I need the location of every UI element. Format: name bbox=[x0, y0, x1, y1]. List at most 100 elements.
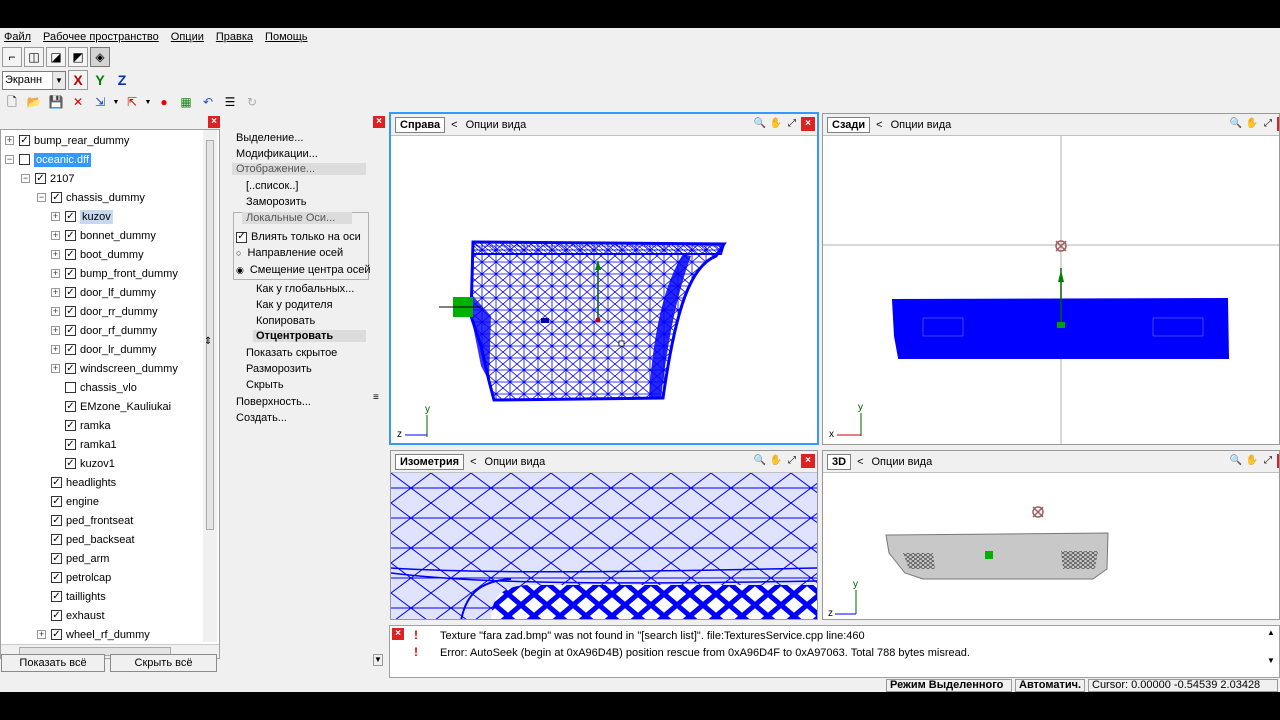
axes-direction-option[interactable]: ○ Направление осей bbox=[236, 247, 343, 259]
axis-x-button[interactable]: X bbox=[68, 70, 88, 90]
expand-icon[interactable]: + bbox=[37, 630, 46, 639]
tree-item-checkbox[interactable]: ✓ bbox=[65, 344, 76, 355]
expand-icon[interactable]: + bbox=[51, 307, 60, 316]
maximize-icon[interactable]: ⤢ bbox=[1261, 454, 1275, 468]
tree-item-checkbox[interactable]: ✓ bbox=[51, 534, 62, 545]
viewport-title[interactable]: 3D bbox=[827, 453, 852, 470]
viewport-back[interactable]: Сзади < Опции вида 🔍 ✋ ⤢ × bbox=[822, 113, 1280, 445]
tree-item[interactable]: + ✓ door_lr_dummy bbox=[51, 340, 156, 359]
collapse-icon[interactable]: − bbox=[5, 155, 14, 164]
tree-item[interactable]: − oceanic.dff bbox=[5, 150, 92, 169]
show-hidden-item[interactable]: Показать скрытое bbox=[246, 347, 337, 359]
tree-item-checkbox[interactable]: ✓ bbox=[65, 230, 76, 241]
tree-item[interactable]: + ✓ door_rr_dummy bbox=[51, 302, 158, 321]
viewport-3d[interactable]: 3D < Опции вида 🔍 ✋ ⤢ × y z bbox=[822, 450, 1280, 620]
space-select[interactable]: Экранн ▼ bbox=[2, 70, 66, 90]
as-parent-item[interactable]: Как у родителя bbox=[256, 299, 333, 311]
tree-item-checkbox[interactable]: ✓ bbox=[65, 306, 76, 317]
tree-item[interactable]: ✓ petrolcap bbox=[37, 568, 111, 587]
viewport-title[interactable]: Справа bbox=[395, 116, 446, 133]
show-all-button[interactable]: Показать всё bbox=[1, 654, 105, 672]
tree-item[interactable]: ✓ engine bbox=[37, 492, 99, 511]
tree-item[interactable]: ✓ exhaust bbox=[37, 606, 105, 625]
chevron-left-icon[interactable]: < bbox=[876, 119, 882, 131]
panel-scroll-down-icon[interactable]: ▼ bbox=[373, 654, 383, 666]
chevron-left-icon[interactable]: < bbox=[857, 456, 863, 468]
tree-item-checkbox[interactable]: ✓ bbox=[65, 325, 76, 336]
menu-workspace[interactable]: Рабочее пространство bbox=[39, 31, 167, 43]
menu-edit[interactable]: Правка bbox=[212, 31, 261, 43]
viewport-right[interactable]: Справа < Опции вида 🔍 ✋ ⤢ × y z bbox=[389, 112, 819, 445]
tree-item-checkbox[interactable]: ✓ bbox=[51, 591, 62, 602]
scroll-down-icon[interactable]: ▼ bbox=[1265, 656, 1277, 668]
radio-selected-icon[interactable]: ◉ bbox=[236, 265, 244, 276]
tree-item-checkbox[interactable]: ✓ bbox=[51, 496, 62, 507]
maximize-icon[interactable]: ⤢ bbox=[785, 117, 799, 131]
selection-item[interactable]: Выделение... bbox=[236, 132, 303, 144]
record-icon[interactable]: ● bbox=[154, 92, 174, 112]
edge-mode-icon[interactable]: ◫ bbox=[24, 47, 44, 67]
tree-item[interactable]: chassis_vlo bbox=[51, 378, 137, 397]
tree-item[interactable]: ✓ headlights bbox=[37, 473, 116, 492]
tree-item[interactable]: ✓ ped_arm bbox=[37, 549, 109, 568]
tree-item-checkbox[interactable]: ✓ bbox=[65, 211, 76, 222]
pan-icon[interactable]: ✋ bbox=[769, 117, 783, 131]
tree-item-checkbox[interactable]: ✓ bbox=[51, 553, 62, 564]
surface-item[interactable]: Поверхность... bbox=[236, 396, 311, 408]
tree-item-checkbox[interactable] bbox=[65, 382, 76, 393]
tree-item[interactable]: + ✓ wheel_rf_dummy bbox=[37, 625, 150, 644]
view-options[interactable]: Опции вида bbox=[485, 456, 546, 468]
close-icon[interactable]: × bbox=[373, 116, 385, 128]
tree-item-checkbox[interactable]: ✓ bbox=[65, 287, 76, 298]
tree-item[interactable]: − ✓ 2107 bbox=[21, 169, 74, 188]
hide-all-button[interactable]: Скрыть всё bbox=[110, 654, 217, 672]
expand-icon[interactable]: + bbox=[51, 250, 60, 259]
expand-icon[interactable]: + bbox=[51, 231, 60, 240]
scroll-up-icon[interactable]: ▲ bbox=[1265, 628, 1277, 640]
chevron-left-icon[interactable]: < bbox=[451, 119, 457, 131]
copy-item[interactable]: Копировать bbox=[256, 315, 315, 327]
tree-item-checkbox[interactable] bbox=[19, 154, 30, 165]
maximize-icon[interactable]: ⤢ bbox=[785, 454, 799, 468]
collapse-icon[interactable]: − bbox=[37, 193, 46, 202]
menu-file[interactable]: Файл bbox=[0, 31, 39, 43]
viewport-canvas[interactable] bbox=[391, 473, 818, 620]
viewport-canvas[interactable]: y z bbox=[391, 136, 817, 443]
checkbox-icon[interactable]: ✓ bbox=[236, 231, 247, 243]
tree-item-checkbox[interactable]: ✓ bbox=[51, 192, 62, 203]
modifications-item[interactable]: Модификации... bbox=[236, 148, 318, 160]
document-icon[interactable]: ☰ bbox=[220, 92, 240, 112]
tree-item[interactable]: ✓ ramka bbox=[51, 416, 111, 435]
create-item[interactable]: Создать... bbox=[236, 412, 287, 424]
collapse-icon[interactable]: − bbox=[21, 174, 30, 183]
tree-item-checkbox[interactable]: ✓ bbox=[65, 249, 76, 260]
local-axes-item[interactable]: Локальные Оси... bbox=[242, 212, 352, 224]
tree-item[interactable]: + ✓ door_lf_dummy bbox=[51, 283, 156, 302]
view-options[interactable]: Опции вида bbox=[891, 119, 952, 131]
import-icon[interactable]: ⇲ bbox=[90, 92, 110, 112]
menu-options[interactable]: Опции bbox=[167, 31, 212, 43]
close-icon[interactable]: × bbox=[208, 116, 220, 128]
expand-icon[interactable]: + bbox=[51, 288, 60, 297]
tree-item[interactable]: ✓ taillights bbox=[37, 587, 106, 606]
chevron-down-icon[interactable]: ▼ bbox=[112, 92, 120, 112]
tree-item[interactable]: + ✓ boot_dummy bbox=[51, 245, 144, 264]
unfreeze-item[interactable]: Разморозить bbox=[246, 363, 312, 375]
new-file-icon[interactable]: 🗋 bbox=[2, 92, 22, 112]
zoom-icon[interactable]: 🔍 bbox=[753, 117, 767, 131]
close-icon[interactable]: × bbox=[801, 454, 815, 468]
view-options[interactable]: Опции вида bbox=[466, 119, 527, 131]
tree-item[interactable]: + ✓ door_rf_dummy bbox=[51, 321, 157, 340]
tree-item-checkbox[interactable]: ✓ bbox=[65, 458, 76, 469]
tree-item[interactable]: ✓ kuzov1 bbox=[51, 454, 115, 473]
tree-scrollbar[interactable]: ⇕ bbox=[203, 130, 217, 642]
maximize-icon[interactable]: ⤢ bbox=[1261, 117, 1275, 131]
texture-icon[interactable]: ▦ bbox=[176, 92, 196, 112]
element-mode-icon[interactable]: ◈ bbox=[90, 47, 110, 67]
expand-icon[interactable]: + bbox=[51, 364, 60, 373]
tree-item[interactable]: ✓ ramka1 bbox=[51, 435, 117, 454]
view-options[interactable]: Опции вида bbox=[872, 456, 933, 468]
tree-item-checkbox[interactable]: ✓ bbox=[65, 268, 76, 279]
tree-item-checkbox[interactable]: ✓ bbox=[51, 515, 62, 526]
viewport-canvas[interactable]: y z bbox=[823, 473, 1280, 620]
